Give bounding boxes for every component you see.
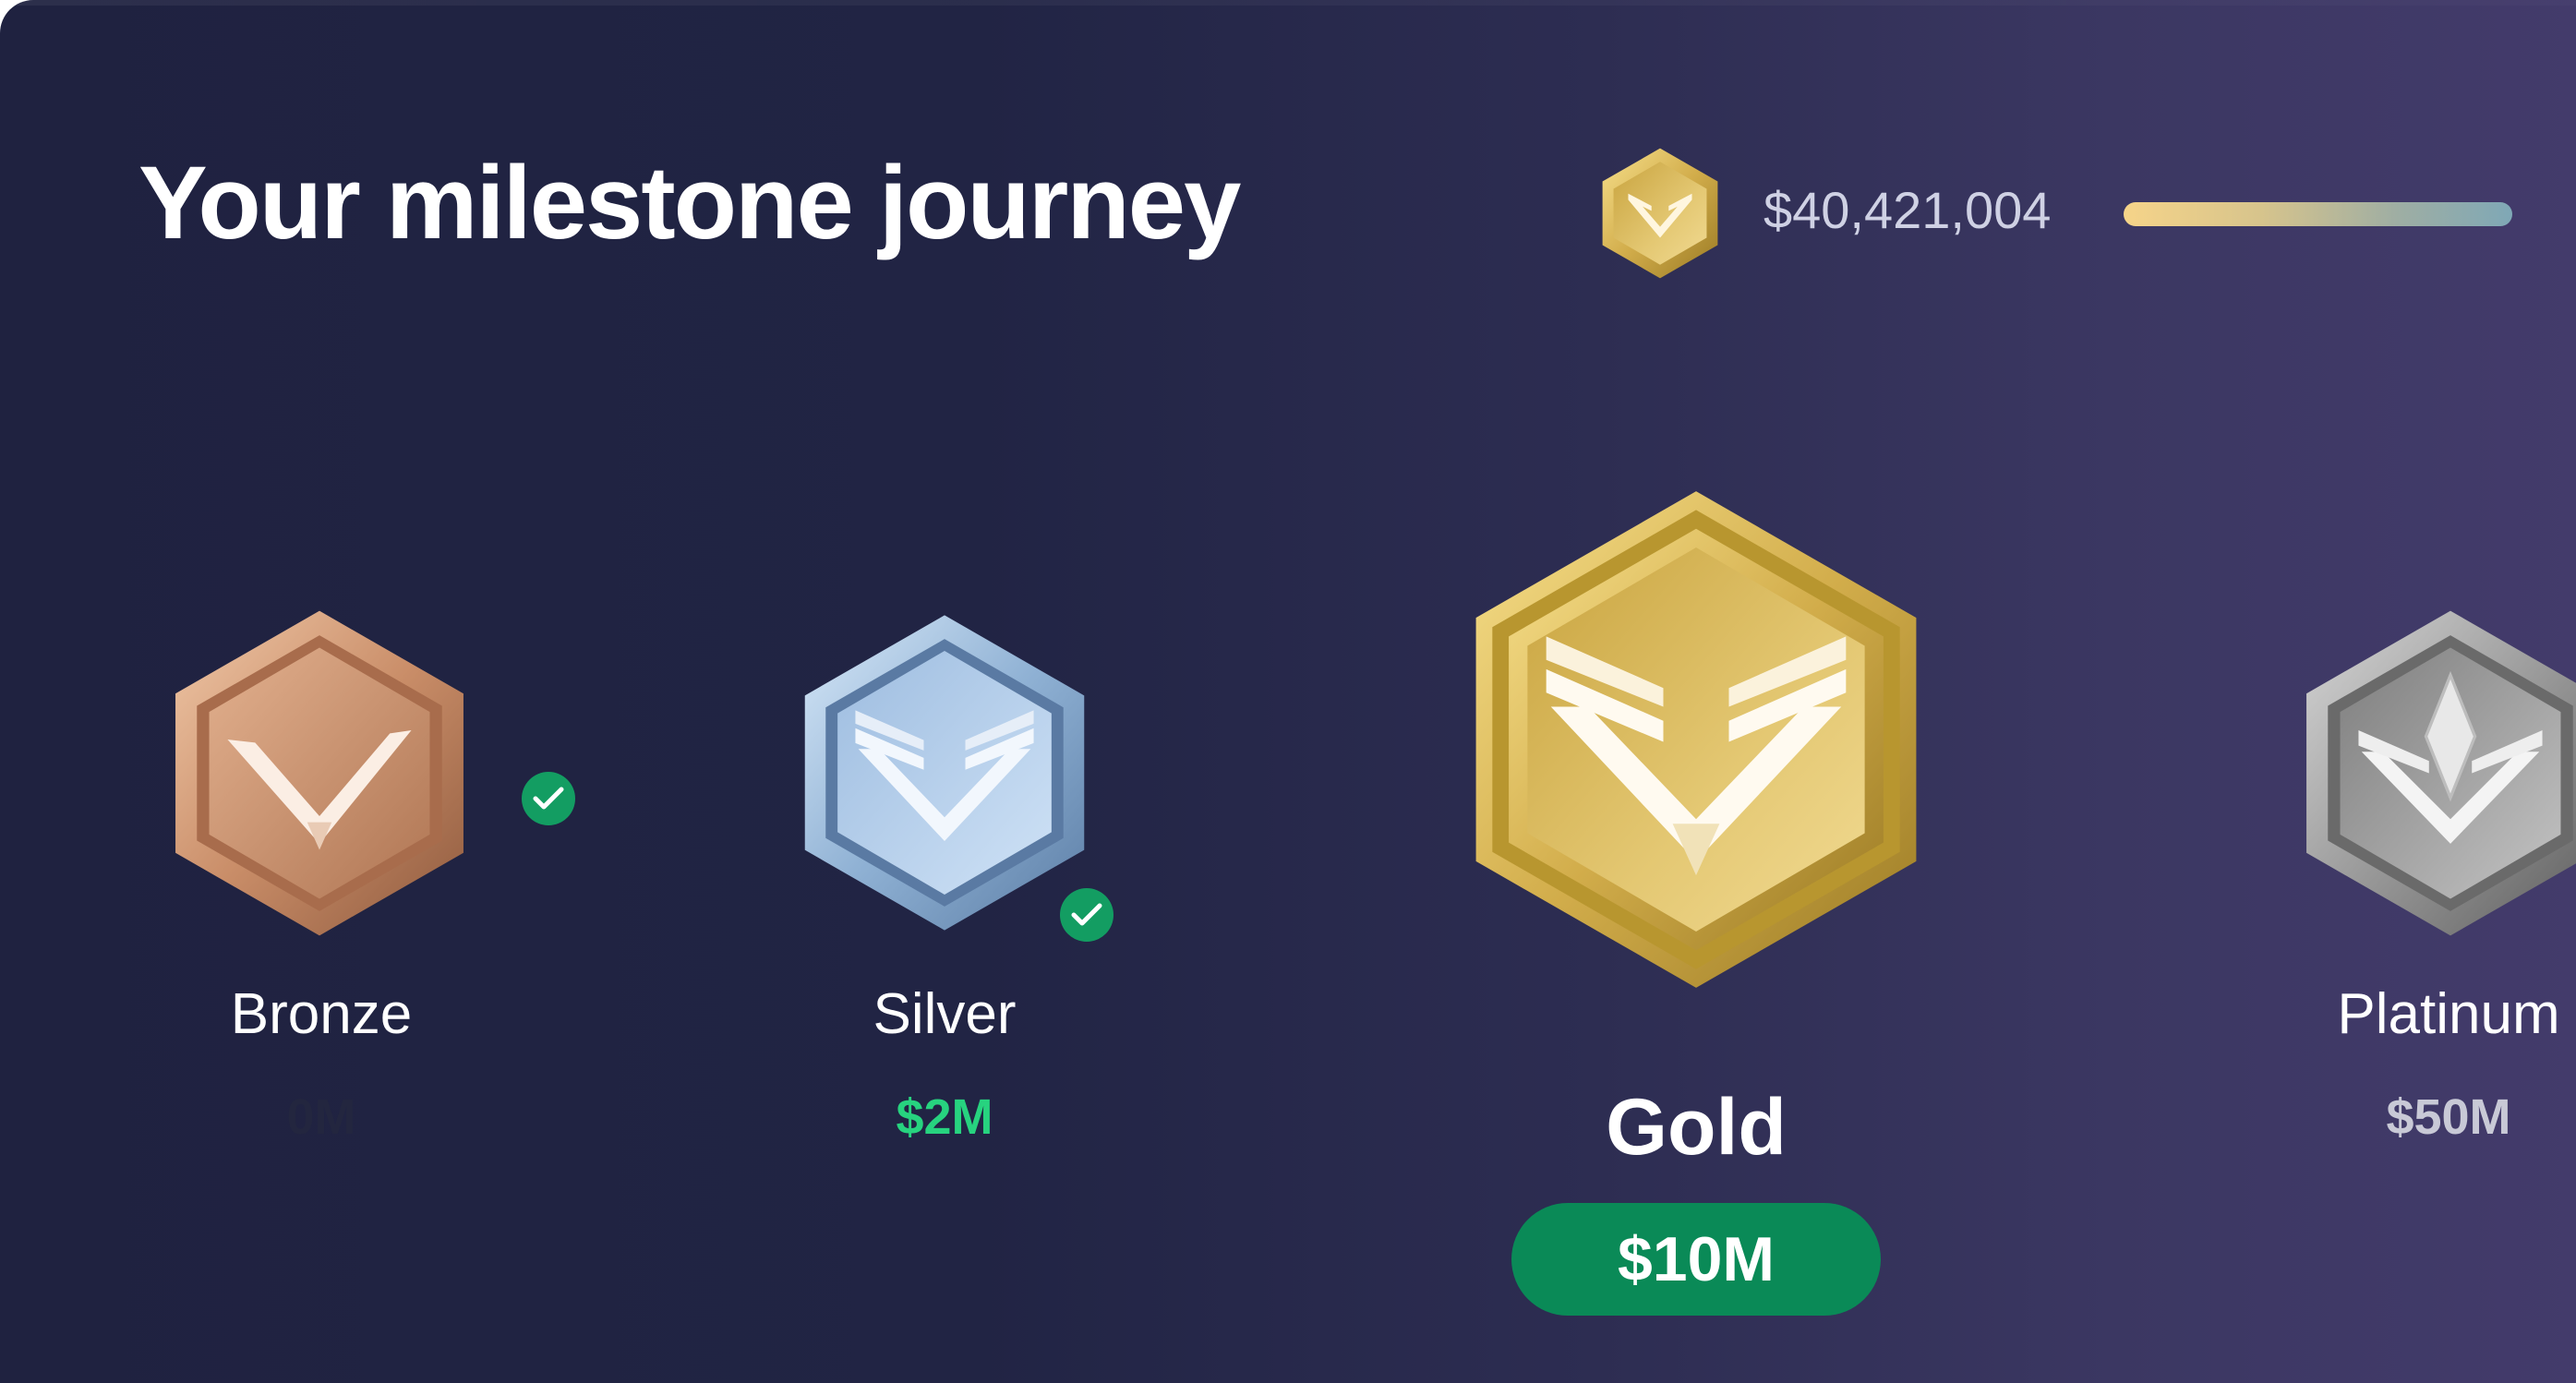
gold-threshold-pill: $10M [1511, 1203, 1881, 1316]
silver-badge-icon[interactable] [796, 609, 1093, 936]
progress-bar [2124, 202, 2576, 226]
bronze-badge-icon[interactable] [166, 605, 473, 942]
milestone-panel: Your milestone journey $40,421,004 Bronz… [0, 0, 2576, 1383]
gold-badge-icon[interactable] [1462, 482, 1931, 997]
tier-name-platinum: Platinum [2337, 982, 2560, 1046]
page-title: Your milestone journey [138, 145, 1241, 260]
balance-value: $40,421,004 [1763, 181, 2052, 239]
tier-amount-gold: $10M [1617, 1224, 1776, 1294]
tier-name-silver: Silver [873, 982, 1017, 1046]
bronze-achieved-check-icon [522, 772, 575, 825]
silver-achieved-check-icon [1060, 888, 1113, 942]
tier-name-gold: Gold [1606, 1083, 1787, 1172]
tier-amount-bronze: 0M [286, 1089, 356, 1145]
progress-fill [2124, 202, 2513, 226]
gold-badge-icon [1597, 146, 1723, 281]
tier-name-bronze: Bronze [230, 982, 413, 1046]
platinum-badge-icon[interactable] [2297, 605, 2576, 942]
tier-amount-platinum: $50M [2386, 1089, 2511, 1145]
tier-amount-silver: $2M [896, 1089, 993, 1145]
